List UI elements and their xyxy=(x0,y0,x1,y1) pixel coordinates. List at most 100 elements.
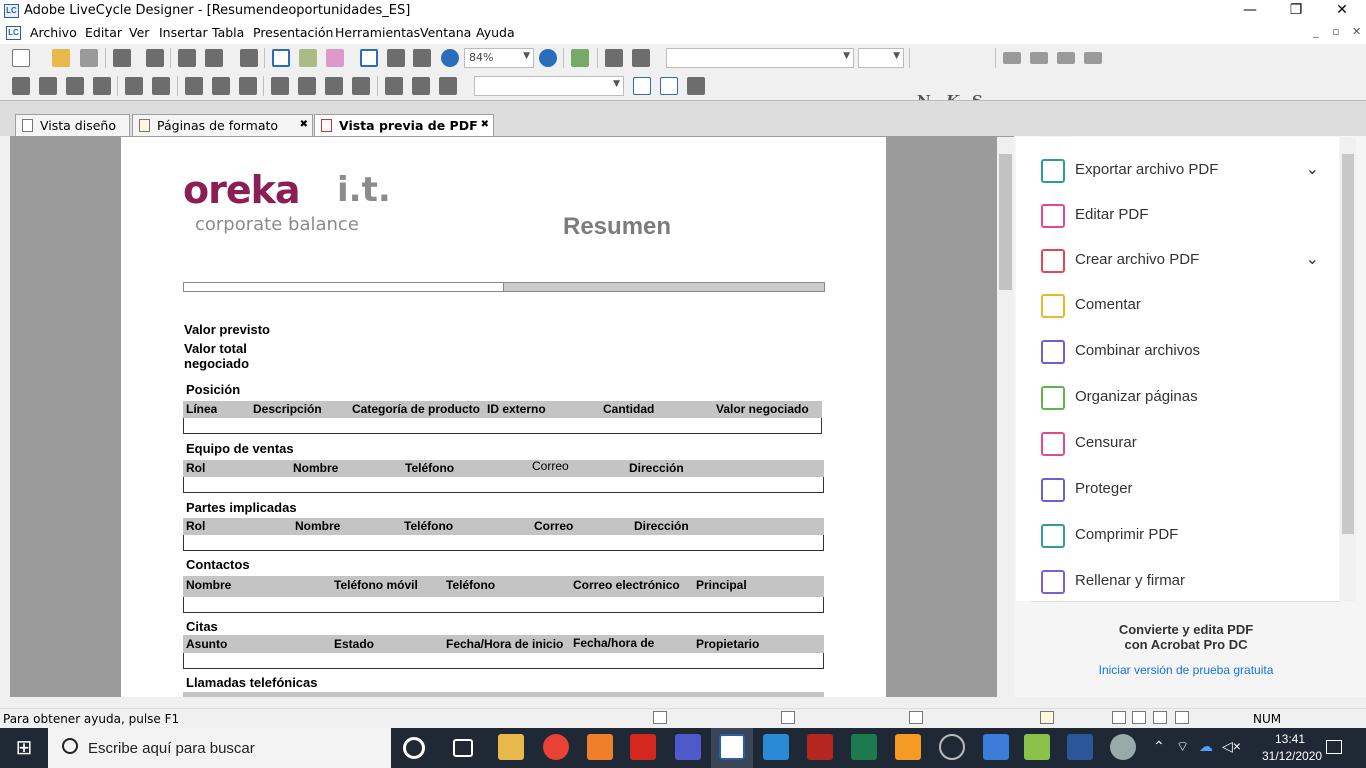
menu-presentacion[interactable]: Presentación xyxy=(253,25,333,40)
tool-comment[interactable]: Comentar xyxy=(1041,292,1331,322)
export-icon[interactable] xyxy=(687,77,705,95)
chevron-up-icon[interactable]: ⌃ xyxy=(1153,738,1165,755)
add-page-icon[interactable] xyxy=(660,77,678,95)
align-bottom-icon[interactable] xyxy=(93,77,111,95)
sublime-icon[interactable] xyxy=(895,734,921,760)
mdi-close-button[interactable]: ✕ xyxy=(1352,25,1361,38)
scrollbar-thumb[interactable] xyxy=(999,154,1012,290)
center-page-icon[interactable] xyxy=(239,77,257,95)
tool-protect[interactable]: Proteger xyxy=(1041,476,1331,506)
chrome-icon[interactable] xyxy=(543,734,569,760)
zoom-in-icon[interactable] xyxy=(539,49,557,67)
tool-organize[interactable]: Organizar páginas xyxy=(1041,384,1331,414)
minimize-button[interactable]: — xyxy=(1227,0,1273,22)
menu-archivo[interactable]: Archivo xyxy=(30,25,77,40)
align-horizontal-center-icon[interactable] xyxy=(152,77,170,95)
mdi-restore-button[interactable]: ▫ xyxy=(1332,25,1339,38)
script-editor-icon[interactable] xyxy=(571,49,589,67)
cut-icon[interactable] xyxy=(146,49,164,67)
object-boundaries-icon[interactable] xyxy=(360,49,378,67)
redo-icon[interactable] xyxy=(205,49,223,67)
onedrive-icon[interactable]: ☁ xyxy=(1199,738,1213,755)
comment-tool-icon[interactable] xyxy=(605,49,623,67)
app-icon[interactable] xyxy=(939,734,965,760)
align-right-edges-icon[interactable] xyxy=(39,77,57,95)
font-family-select[interactable]: ▼ xyxy=(666,48,854,68)
same-size-icon[interactable] xyxy=(439,77,457,95)
menu-ayuda[interactable]: Ayuda xyxy=(476,25,515,40)
field-highlight-icon[interactable] xyxy=(326,49,344,67)
file-explorer-icon[interactable] xyxy=(498,734,524,760)
align-top-icon[interactable] xyxy=(66,77,84,95)
snap-grid-icon[interactable] xyxy=(299,49,317,67)
excel-like-icon[interactable] xyxy=(851,734,877,760)
tool-fill-sign[interactable]: Rellenar y firmar xyxy=(1041,568,1331,598)
zoom-out-icon[interactable] xyxy=(441,49,459,67)
new-form-icon[interactable] xyxy=(633,77,651,95)
task-view-icon[interactable] xyxy=(453,739,473,757)
ungroup-icon[interactable] xyxy=(298,77,316,95)
tool-combine[interactable]: Combinar archivos xyxy=(1041,338,1331,368)
menu-insertar[interactable]: Insertar xyxy=(159,25,208,40)
bring-forward-icon[interactable] xyxy=(325,77,343,95)
paint-icon[interactable] xyxy=(1110,734,1136,760)
close-button[interactable]: ✕ xyxy=(1319,0,1365,22)
tool-export-pdf[interactable]: Exportar archivo PDF ⌄ xyxy=(1041,157,1331,187)
tool-create-pdf[interactable]: Crear archivo PDF ⌄ xyxy=(1041,247,1331,277)
menu-editar[interactable]: Editar xyxy=(85,25,122,40)
new-document-icon[interactable] xyxy=(12,49,30,67)
windows-start-icon[interactable]: ⊞ xyxy=(0,728,48,768)
close-icon[interactable]: ✖ xyxy=(300,119,308,130)
image-tool-icon[interactable] xyxy=(632,49,650,67)
volume-icon[interactable]: ◁× xyxy=(1222,738,1241,755)
taskbar-clock[interactable]: 13:41 31/12/2020 xyxy=(1262,731,1322,765)
zoom-select[interactable]: 84% ▼ xyxy=(464,48,534,68)
menu-ver[interactable]: Ver xyxy=(129,25,149,40)
vscode-icon[interactable] xyxy=(763,734,789,760)
tab-vista-diseno[interactable]: Vista diseño xyxy=(15,114,130,136)
distribute-vertical-icon[interactable] xyxy=(212,77,230,95)
menu-tabla[interactable]: Tabla xyxy=(212,25,244,40)
object-select[interactable]: ▼ xyxy=(474,76,624,96)
send-backward-icon[interactable] xyxy=(352,77,370,95)
notepad-icon[interactable] xyxy=(1024,734,1050,760)
mdi-minimize-button[interactable]: _ xyxy=(1313,25,1319,38)
photos-icon[interactable] xyxy=(983,734,1009,760)
open-folder-icon[interactable] xyxy=(52,49,70,67)
align-vertical-center-icon[interactable] xyxy=(125,77,143,95)
xampp-icon[interactable] xyxy=(587,734,613,760)
align-left-icon[interactable] xyxy=(1003,52,1021,64)
align-right-icon[interactable] xyxy=(1057,52,1075,64)
same-height-icon[interactable] xyxy=(412,77,430,95)
group-icon[interactable] xyxy=(271,77,289,95)
grid-icon[interactable] xyxy=(272,49,290,67)
trial-link[interactable]: Iniciar versión de prueba gratuita xyxy=(1016,663,1356,677)
print-icon[interactable] xyxy=(113,49,131,67)
tool-compress[interactable]: Comprimir PDF xyxy=(1041,522,1331,552)
align-center-icon[interactable] xyxy=(1030,52,1048,64)
word-icon[interactable] xyxy=(1067,734,1093,760)
menu-herramientas[interactable]: Herramientas xyxy=(335,25,420,40)
find-icon[interactable] xyxy=(240,49,258,67)
save-icon[interactable] xyxy=(80,49,98,67)
acrobat-icon[interactable] xyxy=(630,734,656,760)
close-icon[interactable]: ✖ xyxy=(481,119,489,130)
align-left-edges-icon[interactable] xyxy=(12,77,30,95)
scrollbar-thumb[interactable] xyxy=(1342,154,1354,534)
restore-button[interactable]: ❐ xyxy=(1273,0,1319,22)
wifi-icon[interactable]: ⌔ xyxy=(1176,738,1189,756)
tab-paginas-formato[interactable]: Páginas de formato ✖ xyxy=(132,114,313,136)
justify-icon[interactable] xyxy=(1084,52,1102,64)
layout-icon[interactable] xyxy=(413,49,431,67)
chevron-down-icon[interactable]: ⌄ xyxy=(1306,159,1319,179)
livecycle-icon[interactable] xyxy=(719,734,745,760)
menu-ventana[interactable]: Ventana xyxy=(420,25,471,40)
tab-vista-previa-pdf[interactable]: Vista previa de PDF ✖ xyxy=(314,114,494,137)
chevron-down-icon[interactable]: ⌄ xyxy=(1306,249,1319,269)
filezilla-icon[interactable] xyxy=(807,734,833,760)
tool-edit-pdf[interactable]: Editar PDF xyxy=(1041,202,1331,232)
undo-icon[interactable] xyxy=(178,49,196,67)
tool-redact[interactable]: Censurar xyxy=(1041,430,1331,460)
notifications-icon[interactable] xyxy=(1326,740,1342,754)
same-width-icon[interactable] xyxy=(385,77,403,95)
